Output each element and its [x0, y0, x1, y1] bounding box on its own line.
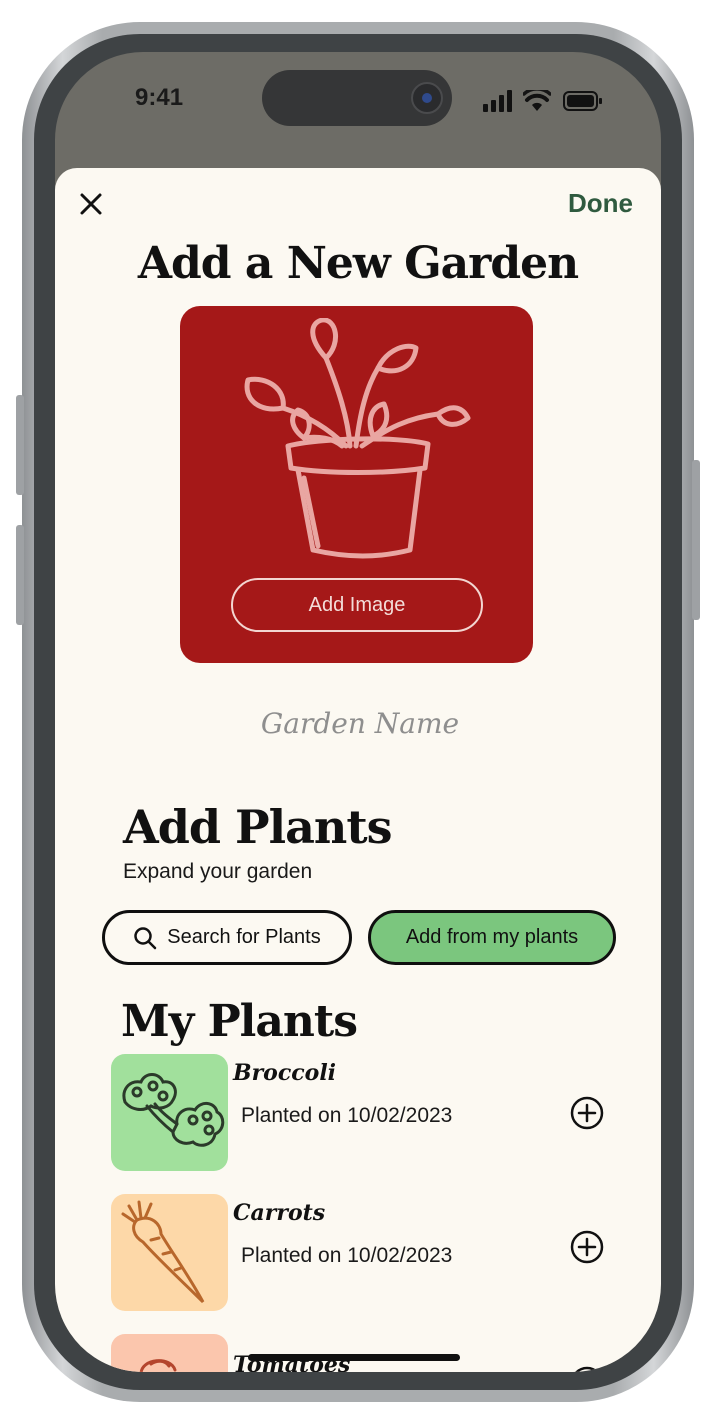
add-plant-icon[interactable] — [570, 1230, 604, 1264]
dynamic-island — [262, 70, 452, 126]
potted-plant-icon — [244, 318, 471, 559]
add-plant-icon[interactable] — [570, 1096, 604, 1130]
add-from-my-plants-button[interactable]: Add from my plants — [368, 910, 616, 965]
search-plants-button[interactable]: Search for Plants — [102, 910, 352, 965]
plant-thumbnail — [111, 1054, 228, 1171]
page-title: Add a New Garden — [137, 238, 579, 289]
tomato-icon — [139, 1359, 177, 1372]
done-button[interactable]: Done — [568, 188, 633, 219]
search-icon — [133, 926, 157, 950]
close-button[interactable] — [75, 188, 107, 220]
battery-icon — [563, 91, 602, 111]
status-bar: 9:41 — [55, 52, 661, 162]
close-icon — [80, 193, 102, 215]
plant-thumbnail — [111, 1194, 228, 1311]
my-plants-title: My Plants — [121, 996, 358, 1047]
side-button — [16, 525, 24, 625]
wifi-icon — [523, 90, 551, 111]
plant-date: Planted on 10/02/2023 — [241, 1104, 453, 1127]
list-item: Carrots Planted on 10/02/2023 — [111, 1194, 611, 1312]
plant-name: Carrots — [233, 1200, 326, 1226]
search-plants-label: Search for Plants — [167, 926, 321, 948]
add-plants-subtitle: Expand your garden — [123, 860, 313, 883]
camera-icon — [411, 82, 443, 114]
garden-name-input[interactable] — [208, 698, 512, 748]
phone-screen: 9:41 Done Add a New Garden Add Image Gar… — [55, 52, 661, 1372]
garden-image-card[interactable]: Add Image — [180, 306, 533, 663]
add-plants-title: Add Plants — [123, 800, 392, 854]
status-icons — [483, 90, 603, 112]
plant-thumbnail — [111, 1334, 228, 1372]
list-item: Broccoli Planted on 10/02/2023 — [111, 1054, 611, 1172]
add-plant-icon[interactable] — [570, 1366, 604, 1372]
add-image-button[interactable]: Add Image — [231, 578, 483, 632]
broccoli-icon — [122, 1073, 225, 1147]
list-item: Tomatoes — [111, 1334, 611, 1372]
add-garden-sheet: Done Add a New Garden Add Image Garden N… — [55, 168, 661, 1372]
plant-date: Planted on 10/02/2023 — [241, 1244, 453, 1267]
side-button — [16, 395, 24, 495]
plant-name: Broccoli — [233, 1060, 337, 1086]
home-indicator[interactable] — [248, 1354, 460, 1361]
carrot-icon — [121, 1200, 205, 1304]
status-time: 9:41 — [135, 84, 184, 111]
signal-icon — [483, 90, 512, 112]
side-button — [692, 460, 700, 620]
